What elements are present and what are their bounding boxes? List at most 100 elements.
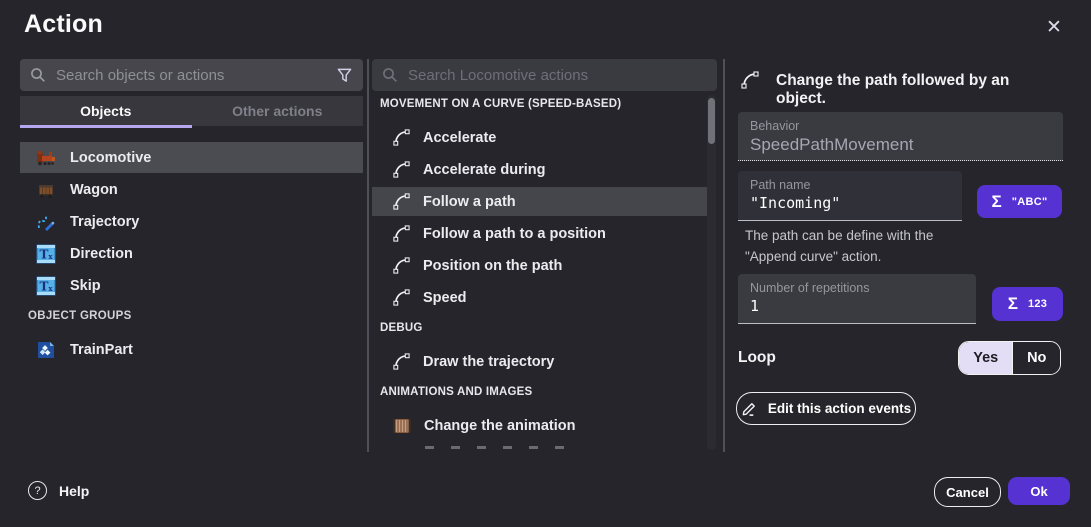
- objects-search-input[interactable]: [54, 66, 328, 85]
- curve-path-icon: [740, 70, 760, 90]
- pencil-icon: [741, 400, 758, 417]
- curve-path-icon: [392, 224, 411, 243]
- behavior-field-label: Behavior: [750, 119, 1051, 133]
- object-label: Wagon: [70, 182, 118, 198]
- actions-scrollbar-track[interactable]: [707, 95, 716, 450]
- svg-text:T: T: [40, 247, 49, 261]
- action-item-change-animation[interactable]: Change the animation: [372, 411, 710, 440]
- object-label: Direction: [70, 246, 133, 262]
- question-icon: ?: [28, 481, 47, 500]
- action-description-row: Change the path followed by an object.: [740, 70, 1060, 108]
- string-expression-button[interactable]: Σ "ABC": [977, 185, 1062, 218]
- loop-no-button[interactable]: No: [1012, 342, 1060, 374]
- action-item-follow-a-path[interactable]: Follow a path: [372, 187, 710, 216]
- trajectory-icon: [36, 212, 56, 232]
- tab-other-actions[interactable]: Other actions: [192, 96, 364, 126]
- path-name-field[interactable]: Path name "Incoming": [738, 171, 962, 221]
- action-label: Accelerate: [423, 130, 496, 146]
- action-label: Accelerate during: [423, 162, 546, 178]
- abc-tag: "ABC": [1012, 196, 1048, 208]
- edit-button-label: Edit this action events: [768, 401, 911, 416]
- ok-label: Ok: [1030, 484, 1047, 499]
- path-name-label: Path name: [750, 178, 950, 192]
- action-label: Position on the path: [423, 258, 562, 274]
- close-icon[interactable]: ✕: [1040, 13, 1068, 41]
- actions-section-header: ANIMATIONS AND IMAGES: [372, 386, 702, 398]
- actions-section-header: DEBUG: [372, 322, 702, 334]
- film-strip-icon: [392, 418, 412, 434]
- cancel-label: Cancel: [946, 485, 989, 500]
- action-item-accelerate-during[interactable]: Accelerate during: [372, 155, 710, 184]
- action-item-accelerate[interactable]: Accelerate: [372, 123, 710, 152]
- behavior-field-value: SpeedPathMovement: [750, 135, 1051, 155]
- curve-path-icon: [392, 352, 411, 371]
- sigma-icon: Σ: [992, 192, 1002, 212]
- action-dialog: Action ✕ Objects Other actions Locomotiv…: [0, 0, 1091, 527]
- search-icon: [30, 67, 46, 83]
- actions-search-input[interactable]: [406, 66, 699, 85]
- object-label: Trajectory: [70, 214, 139, 230]
- wagon-icon: [36, 180, 56, 200]
- locomotive-icon: [36, 148, 56, 168]
- number-expression-button[interactable]: Σ 123: [992, 287, 1063, 321]
- object-item-direction[interactable]: Tx Direction: [20, 238, 363, 269]
- curve-path-icon: [392, 256, 411, 275]
- object-label: Locomotive: [70, 150, 151, 166]
- curve-path-icon: [392, 192, 411, 211]
- action-item-speed[interactable]: Speed: [372, 283, 710, 312]
- action-label: Speed: [423, 290, 467, 306]
- action-label: Follow a path to a position: [423, 226, 606, 242]
- num-tag: 123: [1028, 298, 1047, 310]
- actions-scrollbar-thumb[interactable]: [708, 98, 715, 144]
- panel-divider: [367, 59, 369, 452]
- loop-yes-button[interactable]: Yes: [959, 342, 1012, 374]
- repetitions-label: Number of repetitions: [750, 281, 964, 295]
- curve-path-icon: [392, 160, 411, 179]
- panel-divider: [723, 59, 725, 452]
- repetitions-value[interactable]: 1: [750, 297, 964, 315]
- text-object-icon: Tx: [36, 244, 56, 264]
- text-object-icon: Tx: [36, 276, 56, 296]
- path-hint-line: "Append curve" action.: [745, 247, 985, 268]
- curve-path-icon: [392, 288, 411, 307]
- help-label: Help: [59, 483, 89, 499]
- object-groups-header: OBJECT GROUPS: [28, 310, 132, 322]
- object-group-item-trainpart[interactable]: TrainPart: [20, 334, 363, 365]
- repetitions-field[interactable]: Number of repetitions 1: [738, 274, 976, 324]
- help-button[interactable]: ? Help: [28, 481, 89, 500]
- object-item-skip[interactable]: Tx Skip: [20, 270, 363, 301]
- clipped-next-row: [425, 446, 565, 449]
- ok-button[interactable]: Ok: [1008, 477, 1070, 505]
- path-name-value[interactable]: "Incoming": [750, 194, 950, 212]
- loop-toggle: Yes No: [958, 341, 1061, 375]
- object-item-wagon[interactable]: Wagon: [20, 174, 363, 205]
- object-group-icon: [36, 340, 56, 360]
- object-label: Skip: [70, 278, 101, 294]
- action-item-draw-trajectory[interactable]: Draw the trajectory: [372, 347, 710, 376]
- left-tabs: Objects Other actions: [20, 96, 363, 126]
- actions-search-box: [372, 59, 717, 91]
- cancel-button[interactable]: Cancel: [934, 477, 1001, 507]
- action-item-position-on-path[interactable]: Position on the path: [372, 251, 710, 280]
- objects-search-box: [20, 59, 363, 91]
- loop-label: Loop: [738, 349, 776, 367]
- tab-objects[interactable]: Objects: [20, 96, 192, 126]
- action-item-follow-a-path-to-position[interactable]: Follow a path to a position: [372, 219, 710, 248]
- search-icon: [382, 67, 398, 83]
- action-description: Change the path followed by an object.: [776, 70, 1060, 108]
- filter-icon[interactable]: [336, 67, 353, 84]
- curve-path-icon: [392, 128, 411, 147]
- edit-action-events-button[interactable]: Edit this action events: [736, 392, 916, 425]
- actions-section-header: MOVEMENT ON A CURVE (SPEED-BASED): [372, 98, 702, 110]
- svg-text:T: T: [40, 279, 49, 293]
- sigma-icon: Σ: [1008, 294, 1018, 314]
- page-title: Action: [24, 10, 103, 39]
- object-item-trajectory[interactable]: Trajectory: [20, 206, 363, 237]
- path-hint-line: The path can be define with the: [745, 226, 985, 247]
- action-label: Draw the trajectory: [423, 354, 554, 370]
- action-label: Follow a path: [423, 194, 516, 210]
- path-hint: The path can be define with the "Append …: [745, 226, 985, 268]
- object-item-locomotive[interactable]: Locomotive: [20, 142, 363, 173]
- action-label: Change the animation: [424, 418, 575, 434]
- object-group-label: TrainPart: [70, 342, 133, 358]
